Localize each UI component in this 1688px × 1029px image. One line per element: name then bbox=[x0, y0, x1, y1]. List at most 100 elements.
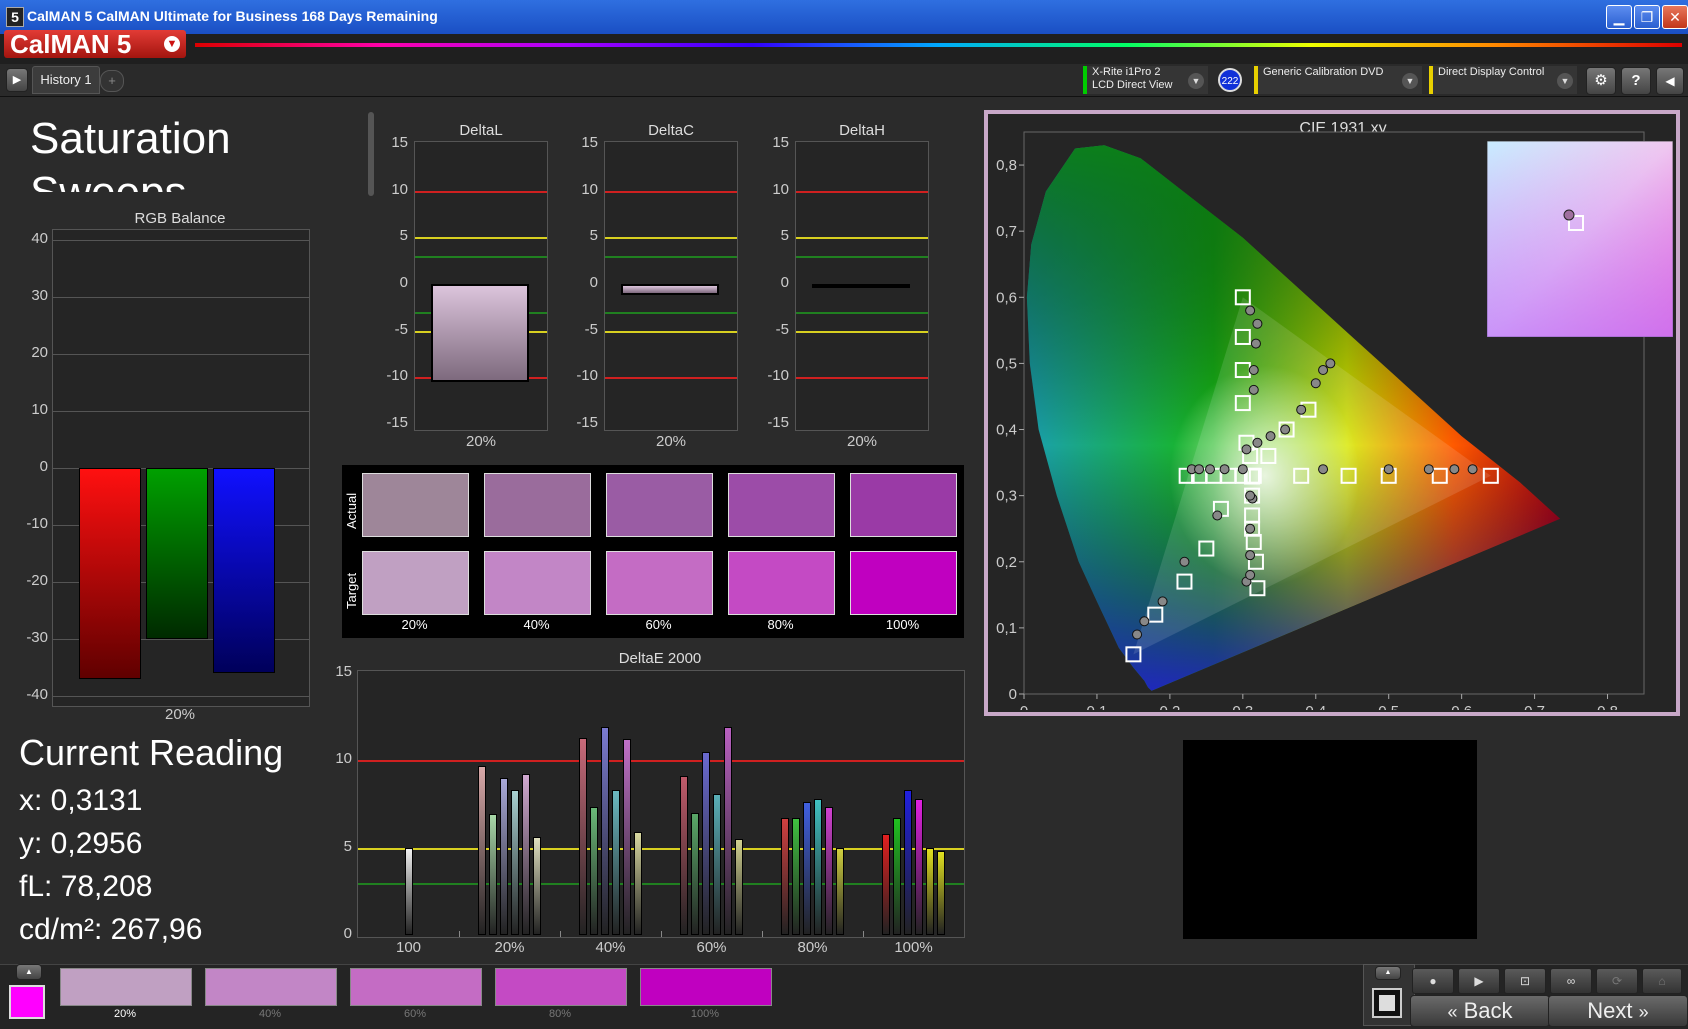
lock-icon[interactable]: ⌂ bbox=[1642, 968, 1682, 994]
restore-button[interactable]: ❐ bbox=[1634, 5, 1660, 29]
y-tick-label: 5 bbox=[589, 227, 598, 245]
deltae-bar bbox=[814, 798, 822, 935]
gear-icon[interactable]: ⚙ bbox=[1586, 67, 1616, 95]
y-tick-label: -10 bbox=[26, 515, 48, 532]
bottom-swatch-color bbox=[640, 968, 772, 1006]
delta-chart-title: DeltaH bbox=[839, 122, 885, 139]
y-tick-label: 15 bbox=[335, 663, 352, 680]
deltae-bar bbox=[803, 802, 811, 935]
current-reading-title: Current Reading bbox=[19, 732, 284, 773]
bottom-swatch-label: 40% bbox=[258, 1008, 282, 1020]
add-tab-button[interactable]: + bbox=[100, 70, 124, 92]
rainbow-strip bbox=[195, 43, 1682, 47]
play-icon[interactable]: ▶ bbox=[6, 68, 28, 92]
actual-marker bbox=[1250, 338, 1261, 349]
collapse-icon[interactable]: ◀ bbox=[1656, 67, 1684, 95]
bottom-swatch-color bbox=[495, 968, 627, 1006]
deltae-bar bbox=[792, 817, 800, 935]
chevron-down-icon: ▼ bbox=[164, 36, 180, 52]
play-icon[interactable]: ▶ bbox=[1458, 968, 1500, 994]
actual-marker bbox=[1423, 464, 1434, 475]
bottom-swatch[interactable]: 100% bbox=[634, 968, 776, 1020]
swatch-label: 100% bbox=[885, 617, 920, 632]
delta-bar bbox=[621, 284, 719, 296]
meter-badge[interactable]: 222 bbox=[1218, 68, 1242, 92]
x-tick-label: 100% bbox=[894, 939, 933, 956]
deltae-title: DeltaE 2000 bbox=[618, 650, 702, 667]
y-tick-label: 40 bbox=[31, 230, 48, 247]
x-tick-label: 0 bbox=[1020, 703, 1028, 710]
next-button[interactable]: Next » bbox=[1548, 995, 1688, 1027]
stop-button[interactable] bbox=[1372, 988, 1402, 1018]
threshold-line bbox=[605, 190, 737, 193]
gridline bbox=[53, 240, 309, 241]
actual-marker bbox=[1252, 437, 1263, 448]
source-device[interactable]: Generic Calibration DVD ▼ bbox=[1254, 66, 1422, 94]
y-tick-label: 0,7 bbox=[996, 223, 1017, 240]
group-divider bbox=[863, 931, 864, 937]
actual-marker bbox=[1325, 358, 1336, 369]
cie-zoom-inset bbox=[1487, 141, 1673, 337]
record-icon[interactable]: ● bbox=[1412, 968, 1454, 994]
y-tick-label: 10 bbox=[772, 180, 789, 198]
back-button[interactable]: « Back bbox=[1410, 995, 1550, 1027]
actual-swatch bbox=[728, 473, 835, 537]
y-tick-label: -40 bbox=[26, 686, 48, 703]
threshold-line bbox=[605, 377, 737, 380]
deltae-bar bbox=[904, 790, 912, 935]
chevron-down-icon: ▼ bbox=[1402, 73, 1418, 89]
bottom-swatch[interactable]: 20% bbox=[54, 968, 196, 1020]
delta-bar bbox=[431, 284, 529, 382]
deltae-bar bbox=[522, 774, 530, 935]
threshold-line bbox=[796, 330, 928, 333]
delta-chart bbox=[414, 141, 548, 431]
x-tick-label: 0,7 bbox=[1524, 703, 1545, 710]
y-tick-label: 0,4 bbox=[996, 422, 1017, 439]
x-tick-label: 0,4 bbox=[1305, 703, 1326, 710]
window-title: CalMAN 5 CalMAN Ultimate for Business 16… bbox=[27, 8, 438, 24]
group-divider bbox=[560, 931, 561, 937]
y-tick-label: -15 bbox=[767, 414, 789, 431]
actual-marker bbox=[1245, 550, 1256, 561]
gridline bbox=[53, 696, 309, 697]
measure-icon[interactable]: ⊡ bbox=[1504, 968, 1546, 994]
help-icon[interactable]: ? bbox=[1621, 67, 1651, 95]
deltae-bar bbox=[735, 838, 743, 935]
delta-chart-category: 20% bbox=[465, 433, 497, 450]
bottom-swatch[interactable]: 60% bbox=[344, 968, 486, 1020]
actual-marker bbox=[1241, 444, 1252, 455]
actual-marker bbox=[1245, 569, 1256, 580]
tab-history-1[interactable]: History 1 bbox=[32, 66, 100, 94]
close-button[interactable]: ✕ bbox=[1662, 5, 1688, 29]
swatch-grid: Actual Target 20% 40% 60% 80% 100% bbox=[342, 465, 964, 638]
display-device[interactable]: Direct Display Control ▼ bbox=[1429, 66, 1577, 94]
minimize-button[interactable]: ▁ bbox=[1606, 5, 1632, 29]
y-tick-label: 0,3 bbox=[996, 488, 1017, 505]
actual-swatch bbox=[484, 473, 591, 537]
meter-device[interactable]: X-Rite i1Pro 2 LCD Direct View ▼ bbox=[1083, 66, 1208, 94]
calman-menu-button[interactable]: CalMAN 5 ▼ bbox=[4, 30, 186, 58]
actual-marker bbox=[1563, 209, 1575, 221]
y-tick-label: 20 bbox=[31, 344, 48, 361]
x-tick-label: 0,3 bbox=[1232, 703, 1253, 710]
threshold-line bbox=[605, 312, 737, 314]
page-title-wrap: Saturation Sweeps bbox=[30, 112, 330, 192]
x-tick-label: 100 bbox=[395, 939, 422, 956]
expand-up-icon[interactable]: ▲ bbox=[16, 964, 42, 980]
bottom-swatch[interactable]: 40% bbox=[199, 968, 341, 1020]
x-tick-label: 0,6 bbox=[1451, 703, 1472, 710]
display-name: Direct Display Control bbox=[1438, 66, 1545, 78]
y-tick-label: 10 bbox=[31, 401, 48, 418]
deltae-bar bbox=[623, 739, 631, 935]
bottom-swatch-label: 100% bbox=[690, 1008, 720, 1020]
logo-text: CalMAN 5 bbox=[10, 29, 132, 59]
expand-up-icon[interactable]: ▲ bbox=[1375, 966, 1401, 980]
actual-swatch bbox=[362, 473, 469, 537]
deltae-bar bbox=[781, 817, 789, 935]
bottom-swatch[interactable]: 80% bbox=[489, 968, 631, 1020]
blue-bar bbox=[213, 468, 275, 674]
actual-marker bbox=[1219, 464, 1230, 475]
refresh-icon[interactable]: ⟳ bbox=[1596, 968, 1638, 994]
loop-icon[interactable]: ∞ bbox=[1550, 968, 1592, 994]
group-divider bbox=[459, 931, 460, 937]
